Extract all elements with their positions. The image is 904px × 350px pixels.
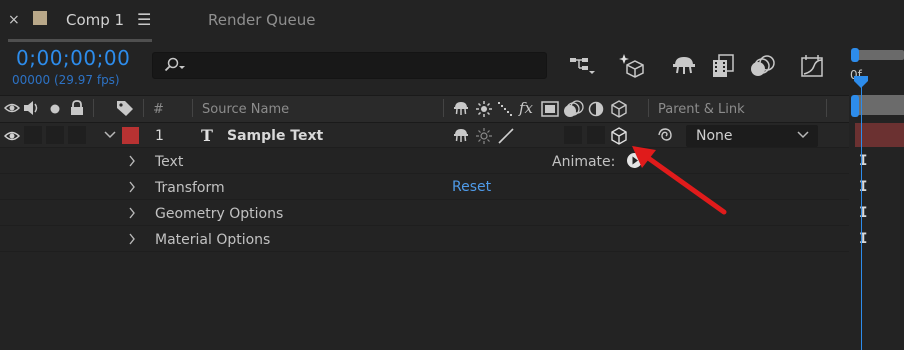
frame-blend-film-icon: [541, 101, 559, 117]
column-divider[interactable]: [143, 99, 144, 117]
chevron-right-icon[interactable]: [128, 181, 136, 193]
layer-number: 1: [155, 128, 164, 144]
audio-switch-box[interactable]: [24, 126, 42, 144]
lock-icon[interactable]: [70, 100, 84, 116]
column-divider[interactable]: [648, 99, 649, 117]
3d-layer-cube-icon: [610, 100, 628, 118]
draft-3d-icon[interactable]: [619, 52, 645, 78]
layer-duration-bar[interactable]: [855, 123, 904, 147]
chevron-right-icon[interactable]: [128, 155, 136, 167]
timeline-header-bar: [855, 95, 904, 115]
layer-collapse-switch-icon[interactable]: [476, 128, 492, 144]
comp-flowchart-icon[interactable]: [569, 54, 595, 76]
animate-label: Animate:: [552, 154, 616, 170]
work-area-start-marker: [851, 95, 859, 117]
panel-menu-icon[interactable]: ☰: [137, 10, 151, 29]
close-tab-button[interactable]: ×: [8, 12, 20, 28]
effects-fx-icon: fx: [519, 99, 534, 117]
video-eye-icon[interactable]: [4, 102, 20, 114]
active-tab-indicator: [8, 39, 152, 42]
property-label: Text: [155, 154, 184, 170]
collapse-sun-icon: [476, 101, 492, 117]
annotation-arrow: [620, 140, 730, 220]
transform-reset-link[interactable]: Reset: [452, 179, 491, 195]
column-divider[interactable]: [93, 99, 94, 117]
chevron-right-icon[interactable]: [128, 207, 136, 219]
property-label: Geometry Options: [155, 206, 284, 222]
search-input[interactable]: [152, 52, 547, 79]
motion-blur-switch-icon: [563, 100, 585, 118]
label-tag-icon[interactable]: [116, 100, 134, 116]
column-divider[interactable]: [826, 99, 827, 117]
motion-blur-icon[interactable]: [749, 54, 775, 78]
lock-switch-box[interactable]: [68, 126, 86, 144]
adjustment-layer-icon: [588, 101, 604, 117]
layer-quality-switch-icon[interactable]: [497, 127, 515, 145]
frame-count-display: 00000 (29.97 fps): [12, 73, 120, 87]
column-number-header[interactable]: #: [153, 102, 164, 117]
audio-speaker-icon[interactable]: [23, 101, 41, 115]
shy-switch-icon: [453, 101, 469, 116]
layer-adjustment-switch-box[interactable]: [587, 126, 605, 144]
column-divider[interactable]: [443, 99, 444, 117]
layer-motion-blur-switch-box[interactable]: [564, 126, 582, 144]
chevron-down-icon: [797, 128, 809, 142]
work-area-bar[interactable]: [855, 50, 904, 60]
layer-shy-switch-icon[interactable]: [453, 128, 469, 143]
column-source-name-header[interactable]: Source Name: [202, 102, 289, 117]
solo-dot-icon[interactable]: [50, 104, 60, 114]
layer-label-color[interactable]: [122, 127, 139, 144]
playhead-line[interactable]: [861, 84, 862, 350]
graph-editor-icon[interactable]: [800, 54, 826, 78]
layer-visibility-eye-icon[interactable]: [4, 130, 20, 142]
layer-expand-chevron-icon[interactable]: [104, 131, 116, 139]
property-label: Transform: [155, 180, 225, 196]
column-parent-link-header[interactable]: Parent & Link: [658, 102, 745, 117]
tab-comp-1[interactable]: Comp 1: [66, 11, 124, 29]
current-time-display[interactable]: 0;00;00;00: [16, 46, 130, 70]
property-label: Material Options: [155, 232, 271, 248]
text-layer-icon: T: [201, 126, 213, 145]
layer-name[interactable]: Sample Text: [227, 128, 323, 144]
hide-shy-icon[interactable]: [672, 54, 696, 76]
tab-render-queue[interactable]: Render Queue: [208, 11, 315, 29]
quality-dotted-line-icon: [497, 101, 513, 117]
solo-switch-box[interactable]: [46, 126, 64, 144]
chevron-right-icon[interactable]: [128, 233, 136, 245]
search-icon[interactable]: [164, 57, 186, 73]
column-divider[interactable]: [192, 99, 193, 117]
work-area-start-handle[interactable]: [851, 48, 859, 62]
comp-color-swatch: [33, 11, 47, 25]
panel-tab-bar: [0, 0, 904, 42]
frame-blending-icon[interactable]: [712, 54, 734, 78]
